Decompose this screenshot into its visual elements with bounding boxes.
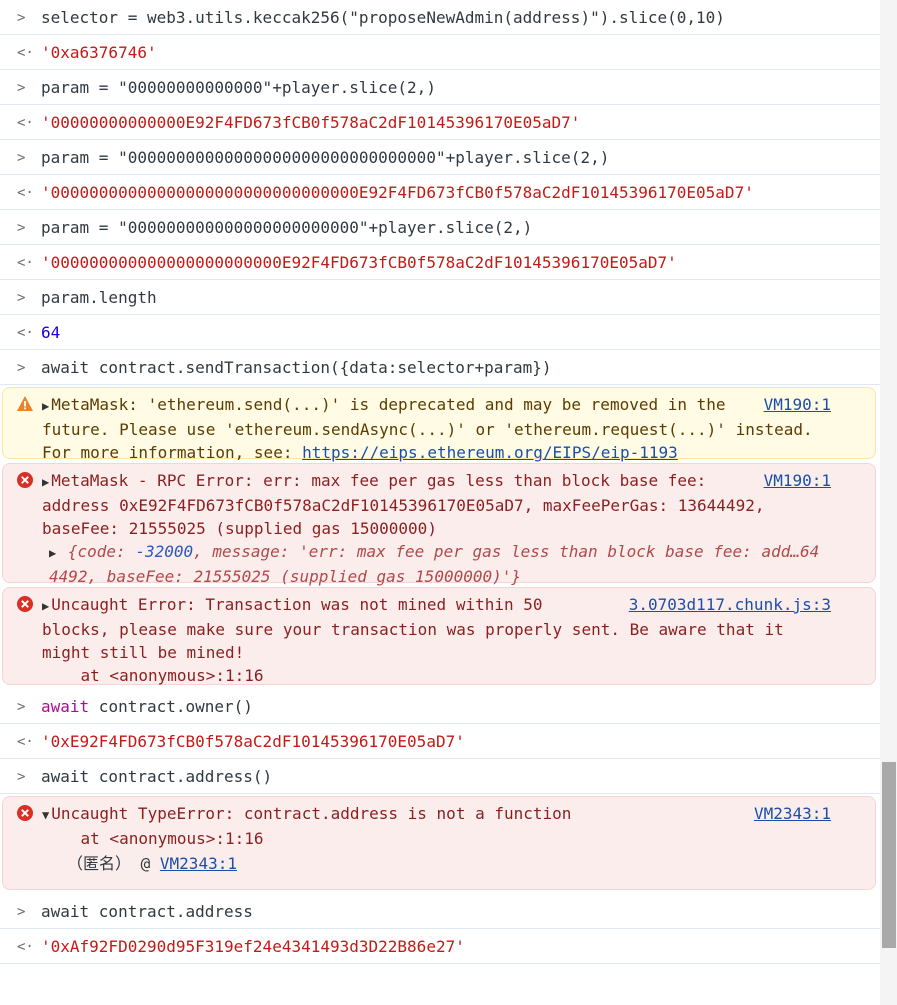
scrollbar-thumb[interactable] <box>882 762 896 948</box>
console-input-text: await contract.sendTransaction({data:sel… <box>41 358 552 377</box>
input-prompt-icon: > <box>17 698 26 715</box>
output-arrow-icon: <· <box>17 114 34 131</box>
input-prompt-icon: > <box>17 9 26 26</box>
console-output-row: <· '00000000000000000000000000000000E92F… <box>0 175 880 210</box>
console-output-text: '0xE92F4FD673fCB0f578aC2dF10145396170E05… <box>41 732 465 751</box>
console-input-text: await contract.address() <box>41 767 273 786</box>
console-output-row: <· '0xAf92FD0290d95F319ef24e4341493d3D22… <box>0 929 880 964</box>
console-input-row[interactable]: > await contract.address() <box>0 759 880 794</box>
console-input-row[interactable]: > param.length <box>0 280 880 315</box>
warning-link[interactable]: https://eips.ethereum.org/EIPS/eip-1193 <box>302 443 678 462</box>
output-arrow-icon: <· <box>17 938 34 955</box>
console-output-row: <· '0xE92F4FD673fCB0f578aC2dF10145396170… <box>0 724 880 759</box>
console-input-text: selector = web3.utils.keccak256("propose… <box>41 8 725 27</box>
expand-triangle-icon[interactable]: ▶ <box>42 595 49 618</box>
console-input-text: param.length <box>41 288 157 307</box>
console-input-text: await contract.address <box>41 902 253 921</box>
console-input-text: param = "000000000000000000000000"+playe… <box>41 218 533 237</box>
console-warning-message[interactable]: ▶ MetaMask: 'ethereum.send(...)' is depre… <box>2 387 876 462</box>
input-prompt-icon: > <box>17 79 26 96</box>
devtools-console: > selector = web3.utils.keccak256("propo… <box>0 0 880 1005</box>
console-input-row[interactable]: > await contract.sendTransaction({data:s… <box>0 350 880 385</box>
console-output-row: <· '000000000000000000000000E92F4FD673fC… <box>0 245 880 280</box>
error-text: Uncaught TypeError: contract.address is … <box>51 804 572 848</box>
console-output-text: '00000000000000000000000000000000E92F4FD… <box>41 183 754 202</box>
vertical-scrollbar[interactable] <box>880 0 897 1005</box>
error-circle-icon <box>17 596 33 612</box>
console-error-message[interactable]: ▶ MetaMask - RPC Error: err: max fee per … <box>2 463 876 586</box>
await-keyword: await <box>41 697 90 716</box>
input-prompt-icon: > <box>17 289 26 306</box>
input-prompt-icon: > <box>17 768 26 785</box>
console-output-text: '00000000000000E92F4FD673fCB0f578aC2dF10… <box>41 113 581 132</box>
error-circle-icon <box>17 805 33 821</box>
console-input-row[interactable]: > param = "000000000000000000000000"+pla… <box>0 210 880 245</box>
input-prompt-icon: > <box>17 219 26 236</box>
console-input-row[interactable]: > await contract.owner() <box>0 689 880 724</box>
console-error-message[interactable]: ▶ Uncaught Error: Transaction was not min… <box>2 587 876 685</box>
console-output-text: 64 <box>41 323 61 342</box>
collapse-triangle-icon[interactable]: ▼ <box>42 804 49 827</box>
output-arrow-icon: <· <box>17 184 34 201</box>
console-output-text: '0xa6376746' <box>41 43 157 62</box>
warning-triangle-icon <box>17 396 33 411</box>
console-input-text: param = "0000000000000000000000000000000… <box>41 148 610 167</box>
console-output-text: '000000000000000000000000E92F4FD673fCB0f… <box>41 253 677 272</box>
expand-triangle-icon[interactable]: ▶ <box>42 471 49 494</box>
console-input-text: param = "00000000000000"+player.slice(2,… <box>41 78 436 97</box>
stack-frame: （匿名） @ VM2343:1 <box>67 852 237 875</box>
stack-frame-link[interactable]: VM2343:1 <box>160 854 237 873</box>
error-source-link[interactable]: 3.0703d117.chunk.js:3 <box>629 593 831 616</box>
error-object-code-value: -32000 <box>135 542 194 561</box>
error-source-link[interactable]: VM2343:1 <box>754 802 831 825</box>
warning-source-link[interactable]: VM190:1 <box>764 393 831 416</box>
console-input-row[interactable]: > await contract.address <box>0 894 880 929</box>
console-input-row[interactable]: > param = "00000000000000000000000000000… <box>0 140 880 175</box>
console-input-row[interactable]: > param = "00000000000000"+player.slice(… <box>0 70 880 105</box>
input-prompt-icon: > <box>17 903 26 920</box>
console-output-row: <· '0xa6376746' <box>0 35 880 70</box>
error-circle-icon <box>17 472 33 488</box>
input-prompt-icon: > <box>17 359 26 376</box>
console-error-message[interactable]: ▼ Uncaught TypeError: contract.address is… <box>2 796 876 890</box>
error-object-code-key: {code: <box>67 542 136 561</box>
error-source-link[interactable]: VM190:1 <box>764 469 831 492</box>
error-text: MetaMask - RPC Error: err: max fee per g… <box>42 471 765 538</box>
output-arrow-icon: <· <box>17 324 34 341</box>
output-arrow-icon: <· <box>17 254 34 271</box>
output-arrow-icon: <· <box>17 733 34 750</box>
console-input-row[interactable]: > selector = web3.utils.keccak256("propo… <box>0 0 880 35</box>
stack-frame-label: （匿名） @ <box>67 854 160 873</box>
input-prompt-icon: > <box>17 149 26 166</box>
console-output-row: <· '00000000000000E92F4FD673fCB0f578aC2d… <box>0 105 880 140</box>
console-output-text: '0xAf92FD0290d95F319ef24e4341493d3D22B86… <box>41 937 465 956</box>
error-object-preview[interactable]: ▶ {code: -32000, message: 'err: max fee … <box>49 540 839 588</box>
expand-triangle-icon[interactable]: ▶ <box>42 395 49 418</box>
expand-triangle-icon[interactable]: ▶ <box>49 542 56 565</box>
console-input-text: contract.owner() <box>89 697 253 716</box>
output-arrow-icon: <· <box>17 44 34 61</box>
console-output-row: <· 64 <box>0 315 880 350</box>
